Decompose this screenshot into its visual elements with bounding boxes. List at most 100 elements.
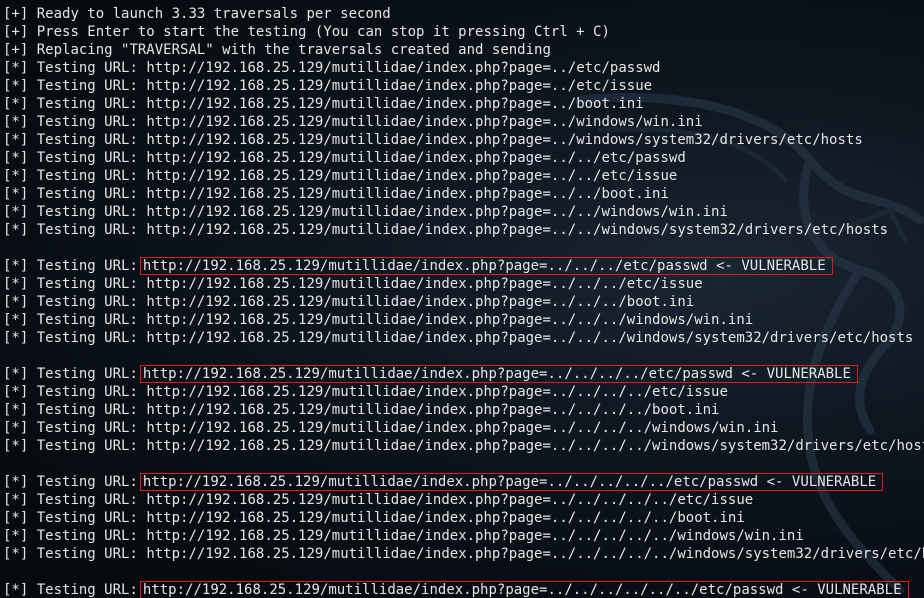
- vulnerable-highlight-box: http://192.168.25.129/mutillidae/index.p…: [139, 257, 833, 275]
- line-prefix: [*]: [3, 168, 29, 184]
- output-line: [*] Testing URL: http://192.168.25.129/m…: [3, 59, 924, 77]
- line-prefix: [*]: [3, 546, 29, 562]
- tested-url: http://192.168.25.129/mutillidae/index.p…: [146, 186, 669, 202]
- output-line: [+] Ready to launch 3.33 traversals per …: [3, 5, 924, 23]
- testing-url-label: Testing URL:: [36, 546, 138, 562]
- tested-url: http://192.168.25.129/mutillidae/index.p…: [142, 474, 759, 490]
- vulnerable-flag: <- VULNERABLE: [766, 474, 877, 490]
- line-prefix: [*]: [3, 114, 29, 130]
- output-line: [*] Testing URL: http://192.168.25.129/m…: [3, 401, 924, 419]
- line-prefix: [*]: [3, 204, 29, 220]
- output-line-vulnerable: [*] Testing URL: http://192.168.25.129/mu…: [3, 581, 924, 598]
- tested-url: http://192.168.25.129/mutillidae/index.p…: [142, 582, 784, 598]
- line-prefix: [*]: [3, 78, 29, 94]
- line-prefix: [*]: [3, 222, 29, 238]
- output-line: [*] Testing URL: http://192.168.25.129/m…: [3, 383, 924, 401]
- testing-url-label: Testing URL:: [36, 474, 138, 490]
- testing-url-label: Testing URL:: [36, 492, 138, 508]
- testing-url-label: Testing URL:: [36, 330, 138, 346]
- testing-url-label: Testing URL:: [36, 420, 138, 436]
- line-prefix: [*]: [3, 402, 29, 418]
- output-line: [*] Testing URL: http://192.168.25.129/m…: [3, 293, 924, 311]
- line-prefix: [*]: [3, 384, 29, 400]
- line-prefix: [*]: [3, 132, 29, 148]
- output-line: [*] Testing URL: http://192.168.25.129/m…: [3, 203, 924, 221]
- terminal-output: [+] Ready to launch 3.33 traversals per …: [3, 5, 924, 598]
- vulnerable-highlight-box: http://192.168.25.129/mutillidae/index.p…: [139, 581, 909, 598]
- tested-url: http://192.168.25.129/mutillidae/index.p…: [146, 276, 703, 292]
- tested-url: http://192.168.25.129/mutillidae/index.p…: [142, 258, 708, 274]
- testing-url-label: Testing URL:: [36, 510, 138, 526]
- line-text: Press Enter to start the testing (You ca…: [36, 24, 610, 40]
- line-prefix: [*]: [3, 60, 29, 76]
- tested-url: http://192.168.25.129/mutillidae/index.p…: [142, 366, 733, 382]
- tested-url: http://192.168.25.129/mutillidae/index.p…: [146, 60, 661, 76]
- output-line: [*] Testing URL: http://192.168.25.129/m…: [3, 185, 924, 203]
- output-line: [*] Testing URL: http://192.168.25.129/m…: [3, 149, 924, 167]
- testing-url-label: Testing URL:: [36, 528, 138, 544]
- line-prefix: [+]: [3, 42, 29, 58]
- vulnerable-flag: <- VULNERABLE: [716, 258, 826, 274]
- tested-url: http://192.168.25.129/mutillidae/index.p…: [146, 222, 889, 238]
- tested-url: http://192.168.25.129/mutillidae/index.p…: [146, 312, 754, 328]
- testing-url-label: Testing URL:: [36, 366, 138, 382]
- testing-url-label: Testing URL:: [36, 402, 138, 418]
- tested-url: http://192.168.25.129/mutillidae/index.p…: [146, 78, 653, 94]
- output-line: [*] Testing URL: http://192.168.25.129/m…: [3, 491, 924, 509]
- output-line: [*] Testing URL: http://192.168.25.129/m…: [3, 311, 924, 329]
- tested-url: http://192.168.25.129/mutillidae/index.p…: [146, 420, 779, 436]
- tested-url: http://192.168.25.129/mutillidae/index.p…: [146, 132, 863, 148]
- tested-url: http://192.168.25.129/mutillidae/index.p…: [146, 384, 728, 400]
- output-line-vulnerable: [*] Testing URL: http://192.168.25.129/mu…: [3, 365, 924, 383]
- line-prefix: [*]: [3, 258, 29, 274]
- output-line: [+] Press Enter to start the testing (Yo…: [3, 23, 924, 41]
- output-line: [*] Testing URL: http://192.168.25.129/m…: [3, 77, 924, 95]
- output-line: [*] Testing URL: http://192.168.25.129/m…: [3, 329, 924, 347]
- tested-url: http://192.168.25.129/mutillidae/index.p…: [146, 510, 745, 526]
- output-line: [*] Testing URL: http://192.168.25.129/m…: [3, 167, 924, 185]
- testing-url-label: Testing URL:: [36, 276, 138, 292]
- testing-url-label: Testing URL:: [36, 114, 138, 130]
- testing-url-label: Testing URL:: [36, 222, 138, 238]
- vulnerable-flag: <- VULNERABLE: [741, 366, 851, 382]
- testing-url-label: Testing URL:: [36, 60, 138, 76]
- vulnerable-highlight-box: http://192.168.25.129/mutillidae/index.p…: [139, 473, 884, 491]
- tested-url: http://192.168.25.129/mutillidae/index.p…: [146, 204, 728, 220]
- output-line: [*] Testing URL: http://192.168.25.129/m…: [3, 419, 924, 437]
- testing-url-label: Testing URL:: [36, 204, 138, 220]
- output-line: [*] Testing URL: http://192.168.25.129/m…: [3, 527, 924, 545]
- tested-url: http://192.168.25.129/mutillidae/index.p…: [146, 150, 686, 166]
- line-prefix: [*]: [3, 312, 29, 328]
- output-line-vulnerable: [*] Testing URL: http://192.168.25.129/mu…: [3, 473, 924, 491]
- output-line-vulnerable: [*] Testing URL: http://192.168.25.129/mu…: [3, 257, 924, 275]
- output-line: [*] Testing URL: http://192.168.25.129/m…: [3, 437, 924, 455]
- vulnerable-flag: <- VULNERABLE: [791, 582, 902, 598]
- line-prefix: [*]: [3, 150, 29, 166]
- line-prefix: [*]: [3, 510, 29, 526]
- output-line: [*] Testing URL: http://192.168.25.129/m…: [3, 545, 924, 563]
- output-line: [*] Testing URL: http://192.168.25.129/m…: [3, 221, 924, 239]
- line-prefix: [*]: [3, 330, 29, 346]
- testing-url-label: Testing URL:: [36, 168, 138, 184]
- testing-url-label: Testing URL:: [36, 294, 138, 310]
- line-prefix: [+]: [3, 6, 29, 22]
- testing-url-label: Testing URL:: [36, 438, 138, 454]
- line-prefix: [*]: [3, 438, 29, 454]
- tested-url: http://192.168.25.129/mutillidae/index.p…: [146, 402, 720, 418]
- testing-url-label: Testing URL:: [36, 78, 138, 94]
- tested-url: http://192.168.25.129/mutillidae/index.p…: [146, 96, 644, 112]
- terminal-window[interactable]: [+] Ready to launch 3.33 traversals per …: [0, 0, 924, 598]
- testing-url-label: Testing URL:: [36, 132, 138, 148]
- line-prefix: [+]: [3, 24, 29, 40]
- testing-url-label: Testing URL:: [36, 96, 138, 112]
- output-line: [*] Testing URL: http://192.168.25.129/m…: [3, 275, 924, 293]
- testing-url-label: Testing URL:: [36, 150, 138, 166]
- output-line: [*] Testing URL: http://192.168.25.129/m…: [3, 131, 924, 149]
- testing-url-label: Testing URL:: [36, 582, 138, 598]
- tested-url: http://192.168.25.129/mutillidae/index.p…: [146, 492, 754, 508]
- line-prefix: [*]: [3, 492, 29, 508]
- testing-url-label: Testing URL:: [36, 384, 138, 400]
- output-line: [*] Testing URL: http://192.168.25.129/m…: [3, 95, 924, 113]
